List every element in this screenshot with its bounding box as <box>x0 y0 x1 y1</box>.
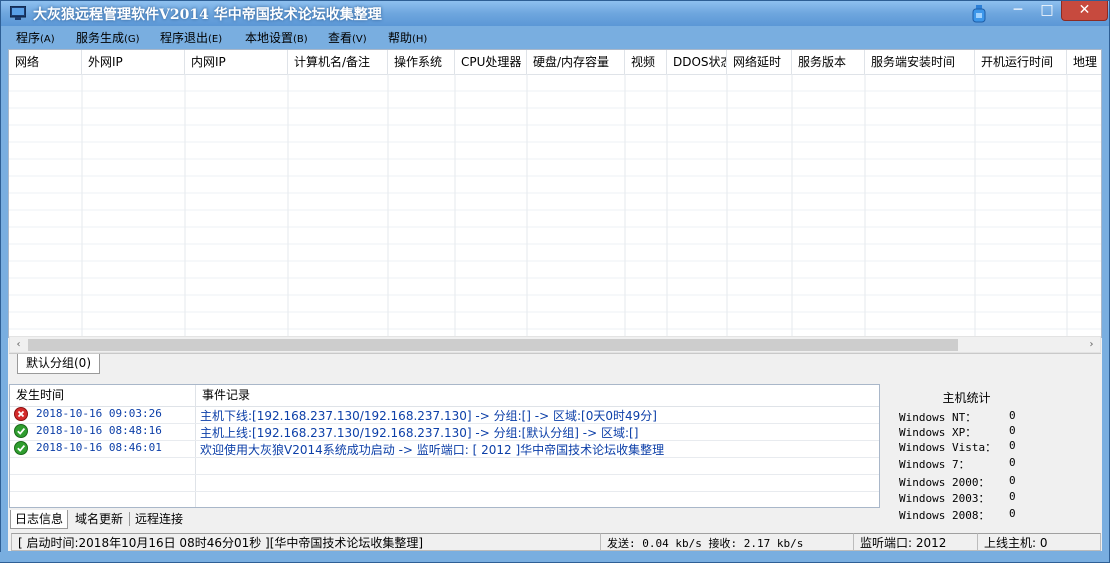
stat-row: Windows Vista： 0 <box>899 439 1016 454</box>
menu-local-settings[interactable]: 本地设置(B) <box>245 29 308 46</box>
tab-log-info[interactable]: 日志信息 <box>10 510 69 529</box>
scroll-right-arrow[interactable]: › <box>1083 337 1100 352</box>
log-row[interactable]: 2018-10-16 08:46:01 欢迎使用大灰狼V2014系统成功启动 -… <box>10 440 879 458</box>
grid-rows-background <box>9 74 1101 337</box>
log-time: 2018-10-16 09:03:26 <box>36 407 162 420</box>
stat-row: Windows NT： 0 <box>899 409 1016 424</box>
status-listen-port: 监听端口: 2012 <box>853 533 978 551</box>
log-time: 2018-10-16 08:46:01 <box>36 441 162 454</box>
column-disk-memory[interactable]: 硬盘/内存容量 <box>527 50 625 74</box>
column-install-time[interactable]: 服务端安装时间 <box>865 50 975 74</box>
menu-help[interactable]: 帮助(H) <box>388 29 427 46</box>
status-online-hosts: 上线主机: 0 <box>977 533 1101 551</box>
column-os[interactable]: 操作系统 <box>388 50 455 74</box>
menu-view[interactable]: 查看(V) <box>328 29 367 46</box>
error-icon <box>14 407 28 421</box>
maximize-button[interactable]: □ <box>1033 1 1061 21</box>
checkmark-icon <box>14 424 28 438</box>
stat-row: Windows 2008： 0 <box>899 507 1016 522</box>
stat-row: Windows 7： 0 <box>899 456 1016 471</box>
stat-row: Windows 2003： 0 <box>899 490 1016 505</box>
status-start-time: [ 启动时间:2018年10月16日 08时46分01秒 ][华中帝国技术论坛收… <box>11 533 601 551</box>
tab-default-group[interactable]: 默认分组(0) <box>17 354 100 374</box>
log-message: 欢迎使用大灰狼V2014系统成功启动 -> 监听端口: [ 2012 ]华中帝国… <box>200 443 665 457</box>
window-title: 大灰狼远程管理软件V2014 华中帝国技术论坛收集整理 <box>33 7 382 23</box>
status-bar: [ 启动时间:2018年10月16日 08时46分01秒 ][华中帝国技术论坛收… <box>8 533 1102 551</box>
column-location[interactable]: 地理 <box>1067 50 1101 74</box>
window-bottom-frame <box>0 552 1108 562</box>
host-list-table[interactable]: 网络 外网IP 内网IP 计算机名/备注 操作系统 CPU处理器 硬盘/内存容量… <box>8 49 1102 338</box>
checkmark-icon <box>14 441 28 455</box>
log-row[interactable]: 2018-10-16 08:48:16 主机上线:[192.168.237.13… <box>10 423 879 441</box>
column-external-ip[interactable]: 外网IP <box>82 50 185 74</box>
scroll-left-arrow[interactable]: ‹ <box>10 337 27 352</box>
host-list-header: 网络 外网IP 内网IP 计算机名/备注 操作系统 CPU处理器 硬盘/内存容量… <box>9 50 1101 75</box>
event-log-list[interactable]: 发生时间 事件记录 2018-10-16 09:03:26 主机下线:[192.… <box>9 384 880 508</box>
log-time: 2018-10-16 08:48:16 <box>36 424 162 437</box>
group-tab-strip: 默认分组(0) <box>9 353 1101 376</box>
column-network[interactable]: 网络 <box>9 50 82 74</box>
menu-program[interactable]: 程序(A) <box>16 29 55 46</box>
column-latency[interactable]: 网络延时 <box>727 50 792 74</box>
minimize-button[interactable]: ─ <box>1003 1 1033 21</box>
stat-row: Windows XP： 0 <box>899 424 1016 439</box>
status-speed: 发送: 0.04 kb/s 接收: 2.17 kb/s <box>600 533 854 551</box>
close-button[interactable]: ✕ <box>1061 1 1108 21</box>
column-video[interactable]: 视频 <box>625 50 667 74</box>
monitor-icon <box>10 6 26 20</box>
menu-bar: 程序(A) 服务生成(G) 程序退出(E) 本地设置(B) 查看(V) 帮助(H… <box>2 26 1108 48</box>
tab-separator <box>129 512 130 526</box>
column-internal-ip[interactable]: 内网IP <box>185 50 288 74</box>
column-server-version[interactable]: 服务版本 <box>792 50 865 74</box>
column-event-time[interactable]: 发生时间 <box>10 385 196 406</box>
stat-row: Windows 2000： 0 <box>899 474 1016 489</box>
bottle-icon[interactable] <box>969 5 989 23</box>
host-stats-title: 主机统计 <box>942 391 991 405</box>
log-row-empty <box>10 474 879 492</box>
column-cpu[interactable]: CPU处理器 <box>455 50 527 74</box>
log-row[interactable]: 2018-10-16 09:03:26 主机下线:[192.168.237.13… <box>10 406 879 424</box>
column-ddos-status[interactable]: DDOS状态 <box>667 50 727 74</box>
log-message: 主机下线:[192.168.237.130/192.168.237.130] -… <box>200 409 657 423</box>
column-computer-name[interactable]: 计算机名/备注 <box>288 50 388 74</box>
title-bar[interactable]: 大灰狼远程管理软件V2014 华中帝国技术论坛收集整理 ─ □ ✕ <box>1 1 1109 26</box>
scrollbar-thumb[interactable] <box>28 339 958 351</box>
tab-remote-connect[interactable]: 远程连接 <box>131 510 187 528</box>
tab-domain-update[interactable]: 域名更新 <box>71 510 127 528</box>
log-tab-strip: 日志信息 域名更新 远程连接 <box>9 509 880 529</box>
horizontal-scrollbar[interactable]: ‹ › <box>9 336 1101 353</box>
menu-build-server[interactable]: 服务生成(G) <box>76 29 140 46</box>
log-message: 主机上线:[192.168.237.130/192.168.237.130] -… <box>200 426 639 440</box>
column-uptime[interactable]: 开机运行时间 <box>975 50 1067 74</box>
log-row-empty <box>10 457 879 475</box>
event-log-header: 发生时间 事件记录 <box>10 385 879 407</box>
column-event-record[interactable]: 事件记录 <box>196 385 879 406</box>
menu-exit[interactable]: 程序退出(E) <box>160 29 222 46</box>
host-stats-panel: 主机统计 Windows NT： 0 Windows XP： 0 Windows V… <box>884 384 1102 529</box>
